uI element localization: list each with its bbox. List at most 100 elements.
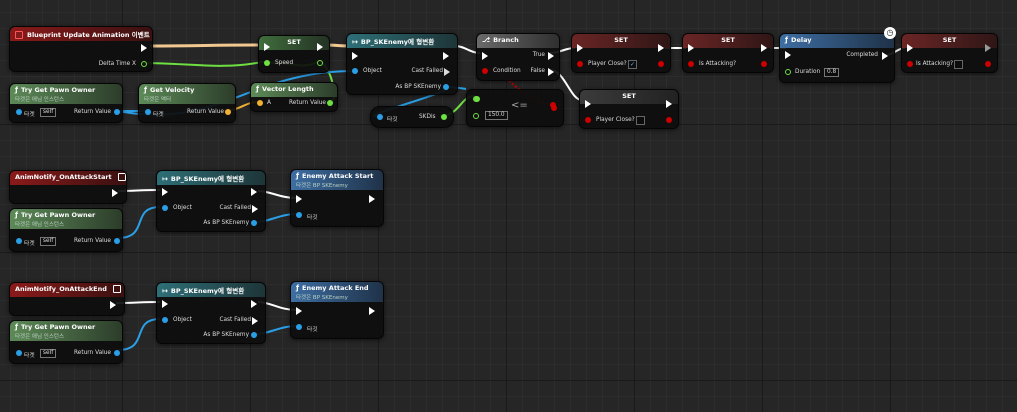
speed-in-pin[interactable] — [264, 60, 270, 66]
player-close-in-pin[interactable] — [577, 61, 583, 67]
as-bp-skenemy-pin[interactable] — [251, 220, 257, 226]
set-player-close-false-node[interactable]: SET Player Close? — [579, 89, 679, 129]
try-get-pawn-owner-node[interactable]: ƒ Try Get Pawn Owner 타겟은 애님 인스턴스 타겟 self R… — [9, 83, 123, 123]
exec-out-pin[interactable] — [110, 301, 116, 309]
object-pin[interactable] — [162, 205, 168, 211]
self-field[interactable]: self — [40, 108, 57, 117]
compare-less-equal-node[interactable]: <= 150.0 — [466, 89, 564, 127]
duration-pin[interactable] — [785, 69, 791, 75]
exec-out-pin[interactable] — [761, 44, 767, 52]
exec-in-pin[interactable] — [296, 195, 302, 203]
vector-length-node[interactable]: ƒ Vector Length A Return Value — [250, 82, 338, 112]
get-skdis-node[interactable]: 타깃 SKDis — [370, 106, 454, 128]
get-velocity-node[interactable]: ƒ Get Velocity 타겟은 액터 타겟 Return Value — [138, 83, 236, 123]
exec-out-pin[interactable] — [251, 188, 257, 196]
cast-bp-skenemy-node-2[interactable]: ↦ BP_SKEnemy에 형변환 Object Cast Failed As B… — [156, 170, 266, 232]
exec-in-pin[interactable] — [296, 307, 302, 315]
cast-failed-pin[interactable] — [444, 68, 450, 76]
player-close-out-pin[interactable] — [666, 117, 672, 123]
exec-out-pin[interactable] — [112, 189, 118, 197]
exec-out-pin[interactable] — [369, 195, 375, 203]
exec-out-pin[interactable] — [141, 44, 147, 52]
player-close-out-pin[interactable] — [658, 61, 664, 67]
exec-out-pin[interactable] — [985, 44, 991, 52]
is-attacking-out-pin[interactable] — [761, 61, 767, 67]
object-pin[interactable] — [162, 317, 168, 323]
set-player-close-node[interactable]: SET Player Close? ✓ — [571, 33, 671, 73]
branch-node[interactable]: ⎇ Branch True Condition False — [476, 33, 560, 81]
event-update-animation-node[interactable]: Blueprint Update Animation 이벤트 Delta Tim… — [9, 26, 153, 72]
target-pin[interactable] — [16, 109, 22, 115]
speed-out-pin[interactable] — [317, 60, 323, 66]
set-speed-node[interactable]: SET Speed — [258, 35, 330, 73]
is-attacking-checkbox[interactable] — [954, 60, 963, 69]
player-close-checkbox[interactable] — [636, 116, 645, 125]
exec-out-pin[interactable] — [251, 300, 257, 308]
player-close-checkbox[interactable]: ✓ — [628, 60, 637, 69]
self-field[interactable]: self — [40, 237, 57, 246]
return-value-pin[interactable] — [327, 100, 333, 106]
try-get-pawn-owner-node-2[interactable]: ƒ Try Get Pawn Owner 타겟은 애님 인스턴스 타겟 self R… — [9, 208, 123, 252]
a-pin[interactable] — [257, 100, 263, 106]
exec-out-pin[interactable] — [443, 52, 449, 60]
false-pin[interactable] — [548, 68, 554, 76]
pin-label: Speed — [275, 60, 294, 66]
target-pin[interactable] — [16, 238, 22, 244]
is-attacking-in-pin[interactable] — [907, 61, 913, 67]
exec-in-pin[interactable] — [577, 44, 583, 52]
completed-pin[interactable] — [882, 52, 888, 60]
exec-in-pin[interactable] — [785, 51, 791, 59]
enemy-attack-start-node[interactable]: ƒ Enemy Attack Start 타겟은 BP SKEnemy 타깃 — [290, 169, 384, 227]
b-pin[interactable] — [473, 113, 479, 119]
cast-failed-pin[interactable] — [252, 317, 258, 325]
try-get-pawn-owner-node-3[interactable]: ƒ Try Get Pawn Owner 타겟은 애님 인스턴스 타겟 self R… — [9, 320, 123, 364]
self-field[interactable]: self — [40, 349, 57, 358]
set-is-attacking-false-node[interactable]: SET Is Attacking? — [901, 33, 998, 73]
target-pin[interactable] — [16, 350, 22, 356]
set-is-attacking-node[interactable]: SET Is Attacking? — [682, 33, 774, 73]
pin-label: Return Value — [289, 100, 326, 106]
reroute-node[interactable] — [550, 102, 556, 108]
float-out-pin[interactable] — [141, 61, 147, 67]
target-pin[interactable] — [145, 109, 151, 115]
return-value-pin[interactable] — [114, 109, 120, 115]
delay-node[interactable]: ƒ Delay Completed Duration 0.8 — [779, 33, 895, 83]
duration-field[interactable]: 0.8 — [824, 68, 840, 77]
exec-in-pin[interactable] — [688, 44, 694, 52]
exec-out-pin[interactable] — [658, 44, 664, 52]
cast-failed-pin[interactable] — [252, 205, 258, 213]
exec-in-pin[interactable] — [352, 52, 358, 60]
target-pin[interactable] — [296, 324, 302, 330]
exec-in-pin[interactable] — [585, 100, 591, 108]
exec-out-pin[interactable] — [666, 100, 672, 108]
exec-in-pin[interactable] — [264, 43, 270, 51]
exec-in-pin[interactable] — [907, 44, 913, 52]
event-anim-notify-attack-end-node[interactable]: AnimNotify_OnAttackEnd — [9, 282, 125, 316]
cast-bp-skenemy-node[interactable]: ↦ BP_SKEnemy에 형변환 Object Cast Failed As B… — [346, 33, 458, 95]
target-pin[interactable] — [377, 114, 383, 120]
reroute-node[interactable] — [474, 96, 480, 102]
cast-bp-skenemy-node-3[interactable]: ↦ BP_SKEnemy에 형변환 Object Cast Failed As B… — [156, 282, 266, 344]
object-pin[interactable] — [352, 68, 358, 74]
condition-pin[interactable] — [482, 68, 488, 74]
exec-in-pin[interactable] — [162, 188, 168, 196]
as-bp-skenemy-pin[interactable] — [443, 84, 449, 90]
exec-out-pin[interactable] — [369, 307, 375, 315]
true-pin[interactable] — [548, 52, 554, 60]
return-value-pin[interactable] — [114, 350, 120, 356]
enemy-attack-end-node[interactable]: ƒ Enemy Attack End 타겟은 BP SKEnemy 타깃 — [290, 281, 384, 339]
return-value-pin[interactable] — [114, 238, 120, 244]
as-bp-skenemy-pin[interactable] — [251, 332, 257, 338]
exec-in-pin[interactable] — [162, 300, 168, 308]
is-attacking-in-pin[interactable] — [688, 61, 694, 67]
exec-in-pin[interactable] — [482, 52, 488, 60]
compare-value-field[interactable]: 150.0 — [485, 111, 508, 120]
skdis-out-pin[interactable] — [441, 114, 447, 120]
return-value-pin[interactable] — [225, 109, 231, 115]
exec-out-pin[interactable] — [317, 43, 323, 51]
player-close-in-pin[interactable] — [585, 117, 591, 123]
event-anim-notify-attack-start-node[interactable]: AnimNotify_OnAttackStart — [9, 170, 127, 204]
node-subtitle: 타겟은 애님 인스턴스 — [15, 97, 65, 103]
target-pin[interactable] — [296, 212, 302, 218]
is-attacking-out-pin[interactable] — [985, 61, 991, 67]
